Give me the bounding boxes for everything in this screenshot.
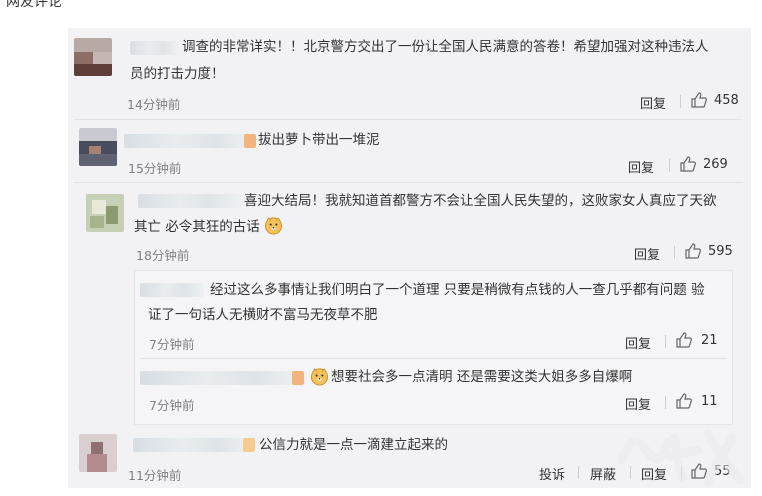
avatar[interactable] — [74, 38, 112, 76]
reply-button[interactable]: 回复 — [634, 244, 660, 263]
watermark-graphic — [617, 429, 745, 487]
separator — [665, 335, 666, 348]
like-count: 21 — [701, 333, 718, 348]
like-count: 595 — [708, 244, 733, 259]
username-blurred[interactable] — [140, 283, 204, 297]
divider — [140, 358, 727, 359]
separator — [578, 466, 579, 479]
reply-button[interactable]: 回复 — [628, 157, 654, 176]
thumbs-up-icon[interactable] — [684, 242, 702, 260]
username-blurred[interactable] — [140, 371, 304, 385]
comment-time: 14分钟前 — [127, 97, 181, 112]
thumbs-up-icon[interactable] — [690, 91, 708, 109]
thumbs-up-icon[interactable] — [679, 155, 697, 173]
comment-text: 员的打击力度！ — [130, 66, 225, 82]
divider — [74, 119, 743, 120]
comment-time: 7分钟前 — [149, 337, 195, 352]
avatar[interactable] — [79, 434, 117, 472]
comment-text: 喜迎大结局！我就知道首都警方不会让全国人民失望的，这败家女人真应了天欲 — [244, 193, 717, 209]
comment-time: 11分钟前 — [128, 468, 182, 483]
reply-button[interactable]: 回复 — [640, 93, 666, 112]
avatar[interactable] — [79, 128, 117, 166]
username-blurred[interactable] — [124, 134, 256, 148]
username-blurred[interactable] — [133, 438, 255, 452]
separator — [665, 396, 666, 409]
username-blurred[interactable] — [130, 41, 178, 55]
divider — [74, 182, 743, 183]
username-blurred[interactable] — [138, 194, 242, 208]
like-count: 269 — [703, 157, 728, 172]
page-header-cut-text: 网友评论 — [6, 0, 62, 10]
comment-text: 公信力就是一点一滴建立起来的 — [259, 437, 448, 453]
comment-text: 拔出萝卜带出一堆泥 — [258, 132, 380, 148]
comment-text: 调查的非常详实！！北京警方交出了一份让全国人民满意的答卷！希望加强对这种违法人 — [182, 39, 709, 55]
comment-text: 证了一句话人无横财不富马无夜草不肥 — [148, 307, 378, 323]
separator — [674, 246, 675, 259]
comment-text: 想要社会多一点清明 还是需要这类大姐多多自爆啊 — [331, 369, 633, 385]
comment-text: 其亡 必令其狂的古话 — [134, 214, 283, 240]
doge-emoji-icon — [265, 217, 283, 235]
comment-text: 经过这么多事情让我们明白了一个道理 只要是稍微有点钱的人一查几乎都有问题 验 — [210, 282, 705, 298]
comment-text-line: 其亡 必令其狂的古话 — [134, 219, 260, 235]
reply-button[interactable]: 回复 — [625, 333, 651, 352]
comment-time: 15分钟前 — [128, 161, 182, 176]
report-button[interactable]: 投诉 — [539, 464, 565, 483]
separator — [669, 159, 670, 172]
doge-emoji-icon — [310, 368, 329, 386]
like-count: 458 — [714, 93, 739, 108]
reply-button[interactable]: 回复 — [625, 394, 651, 413]
thumbs-up-icon[interactable] — [675, 331, 693, 349]
avatar[interactable] — [86, 194, 124, 232]
thumbs-up-icon[interactable] — [675, 392, 693, 410]
like-count: 11 — [701, 394, 718, 409]
comment-time: 18分钟前 — [136, 248, 190, 263]
separator — [680, 95, 681, 108]
comment-time: 7分钟前 — [149, 398, 195, 413]
